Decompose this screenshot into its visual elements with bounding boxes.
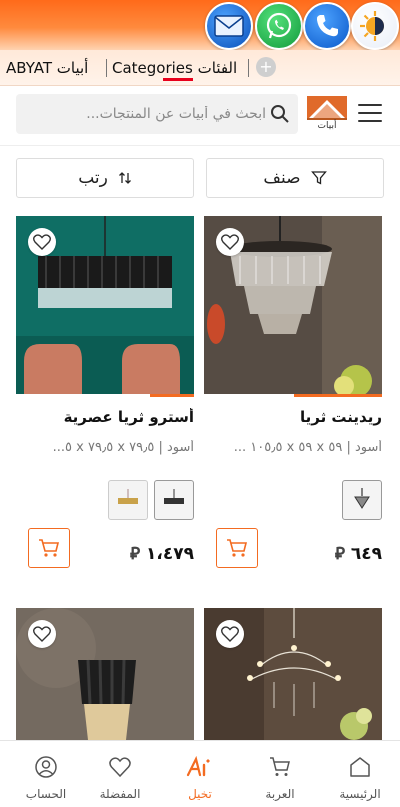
- favorite-heart-icon[interactable]: [216, 620, 244, 648]
- nav-imagine[interactable]: تخيل: [160, 741, 240, 807]
- home-icon: [350, 757, 370, 777]
- product-image[interactable]: [204, 608, 382, 740]
- currency-icon: ⃁: [334, 544, 345, 564]
- image-progress-bar: [294, 394, 382, 397]
- favorite-heart-icon[interactable]: [28, 620, 56, 648]
- add-tab-icon[interactable]: +: [256, 57, 276, 77]
- breadcrumb: ABYAT أبيات Categories الفئات: [0, 50, 400, 86]
- mail-icon[interactable]: [205, 2, 253, 50]
- phone-icon[interactable]: [303, 2, 351, 50]
- nav-favorites[interactable]: المفضلة: [80, 741, 160, 807]
- product-price: ٦٤٩ ⃁: [335, 542, 382, 564]
- image-progress-bar: [150, 394, 194, 397]
- nav-account-label: الحساب: [25, 787, 67, 801]
- nav-account[interactable]: الحساب: [6, 741, 86, 807]
- filter-button[interactable]: صنف: [206, 158, 384, 198]
- variant-swatch[interactable]: [108, 480, 148, 520]
- product-subtitle: أسود | ٥٩ x ٥٩ x ١٠٥٫٥ ...: [233, 440, 382, 455]
- filter-icon: [310, 171, 327, 185]
- bottom-navigation: الرئيسية العربة تخيل المفضلة الحساب: [0, 740, 400, 807]
- whatsapp-icon[interactable]: [255, 2, 303, 50]
- product-image[interactable]: [204, 216, 382, 394]
- product-price: ١،٤٧٩ ⃁: [130, 542, 194, 564]
- currency-icon: ⃁: [130, 544, 141, 564]
- theme-toggle-icon[interactable]: [351, 2, 399, 50]
- favorite-heart-icon[interactable]: [28, 228, 56, 256]
- nav-imagine-label: تخيل: [188, 787, 212, 801]
- sort-button[interactable]: رتب: [16, 158, 194, 198]
- nav-favorites-label: المفضلة: [99, 787, 141, 801]
- product-subtitle: أسود | ٧٩٫٥ x ٧٩٫٥ x ٥...: [52, 440, 194, 455]
- cart-icon: [39, 539, 60, 557]
- search-input[interactable]: [26, 94, 266, 134]
- search-bar[interactable]: [16, 94, 298, 134]
- breadcrumb-abyat[interactable]: ABYAT أبيات: [6, 59, 88, 77]
- nav-cart[interactable]: العربة: [240, 741, 320, 807]
- price-value: ٦٤٩: [350, 544, 382, 564]
- favorite-heart-icon[interactable]: [216, 228, 244, 256]
- product-image[interactable]: [16, 608, 194, 740]
- sort-icon: [118, 172, 131, 184]
- heart-icon: [109, 757, 131, 778]
- variant-swatch[interactable]: [154, 480, 194, 520]
- nav-home-label: الرئيسية: [339, 787, 381, 801]
- ai-icon: [186, 755, 210, 777]
- add-to-cart-button[interactable]: [216, 528, 258, 568]
- breadcrumb-divider: [248, 59, 249, 77]
- product-image[interactable]: [16, 216, 194, 394]
- active-tab-indicator: [163, 78, 193, 81]
- add-to-cart-button[interactable]: [28, 528, 70, 568]
- product-title[interactable]: ريدينت ثريا: [204, 408, 382, 426]
- hamburger-menu-icon[interactable]: [358, 104, 382, 124]
- header: أبيات: [0, 88, 400, 146]
- sort-label: رتب: [78, 168, 108, 188]
- breadcrumb-divider: [106, 59, 107, 77]
- nav-home[interactable]: الرئيسية: [320, 741, 400, 807]
- top-banner: [0, 0, 400, 50]
- search-icon[interactable]: [270, 104, 290, 124]
- product-title[interactable]: أسترو ثريا عصرية: [16, 408, 194, 426]
- user-icon: [35, 756, 57, 778]
- breadcrumb-categories[interactable]: Categories الفئات: [112, 59, 237, 77]
- cart-icon: [270, 757, 290, 776]
- price-value: ١،٤٧٩: [146, 544, 194, 564]
- logo-text: أبيات: [317, 121, 337, 131]
- cart-icon: [227, 539, 248, 557]
- abyat-logo[interactable]: [306, 92, 348, 138]
- filter-label: صنف: [263, 168, 301, 188]
- variant-swatch[interactable]: [342, 480, 382, 520]
- nav-cart-label: العربة: [265, 787, 295, 801]
